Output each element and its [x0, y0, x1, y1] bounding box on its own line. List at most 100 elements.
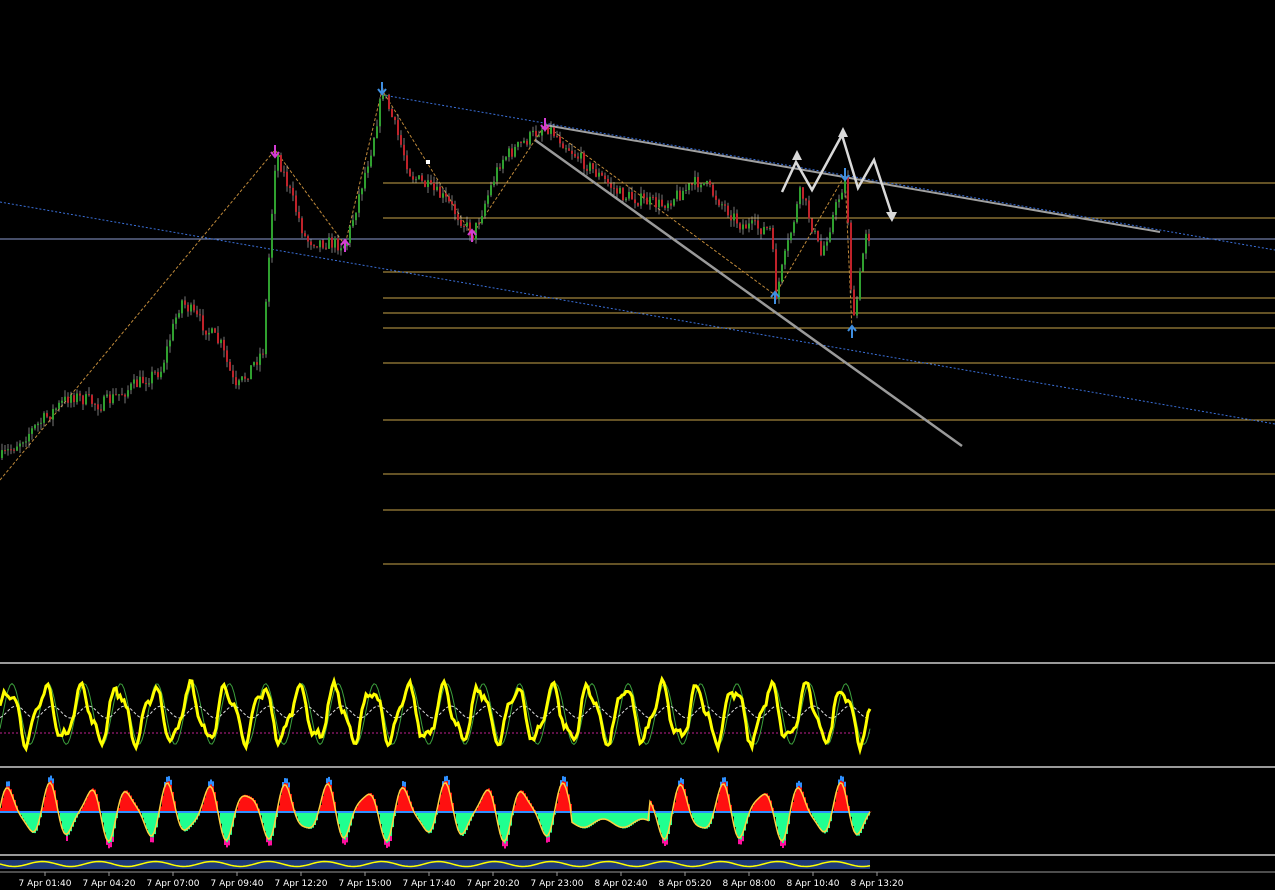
- hist-bar: [856, 812, 858, 836]
- candle: [850, 220, 852, 294]
- hist-bar: [762, 794, 764, 812]
- candle: [832, 211, 834, 235]
- hist-bar: [574, 812, 576, 825]
- time-tick-label: 8 Apr 13:20: [851, 879, 904, 889]
- candle: [622, 187, 624, 202]
- hist-bar: [614, 812, 616, 825]
- hist-bar: [426, 812, 428, 832]
- hist-bar: [368, 793, 370, 812]
- hist-bar: [244, 794, 246, 812]
- hist-bar: [700, 812, 702, 828]
- hist-bar: [816, 812, 818, 824]
- hist-bar: [720, 786, 722, 812]
- hist-bar: [818, 812, 820, 827]
- candle: [373, 137, 375, 157]
- hist-bar: [360, 800, 362, 812]
- hist-bar: [764, 793, 766, 812]
- hist-bar: [46, 788, 48, 812]
- hist-bar: [182, 812, 184, 830]
- hist-bar: [840, 780, 842, 812]
- hist-bar: [778, 812, 780, 836]
- hist-bar: [164, 786, 166, 812]
- candle: [409, 168, 411, 177]
- time-tick-label: 8 Apr 10:40: [787, 879, 840, 889]
- hist-bar: [246, 795, 248, 812]
- hist-bar: [580, 812, 582, 828]
- hist-bar: [64, 812, 66, 835]
- strip-panel: [0, 860, 871, 869]
- hist-bar: [326, 783, 328, 812]
- time-tick-label: 7 Apr 07:00: [147, 879, 200, 889]
- hist-bar: [86, 797, 88, 812]
- hist-bar: [386, 812, 388, 843]
- hist-bar: [124, 790, 126, 812]
- candle: [280, 152, 282, 173]
- hist-bar: [560, 785, 562, 812]
- hist-bar: [364, 796, 366, 812]
- hist-bar: [680, 782, 682, 812]
- hist-bar: [584, 812, 586, 829]
- hist-bar: [422, 812, 424, 826]
- time-tick-label: 7 Apr 17:40: [403, 879, 456, 889]
- hist-bar: [758, 797, 760, 812]
- candle: [250, 365, 252, 380]
- candle: [271, 209, 273, 263]
- hist-bar: [624, 812, 626, 829]
- candle: [424, 179, 426, 188]
- hist-bar: [702, 812, 704, 829]
- time-tick-label: 8 Apr 02:40: [595, 879, 648, 889]
- hist-bar: [342, 812, 344, 839]
- hist-bar: [308, 812, 310, 829]
- hist-bar: [88, 793, 90, 812]
- hist-bar: [150, 812, 152, 838]
- hist-bar: [428, 812, 430, 834]
- hist-bar: [502, 812, 504, 842]
- candle: [772, 225, 774, 253]
- hist-bar: [266, 812, 268, 838]
- hist-bar: [26, 812, 28, 825]
- hist-bar: [838, 784, 840, 812]
- hist-bar: [760, 795, 762, 812]
- hist-bar: [662, 812, 664, 839]
- hist-bar: [820, 812, 822, 830]
- candle: [817, 230, 819, 243]
- time-tick-label: 8 Apr 08:00: [723, 879, 776, 889]
- hist-bar: [30, 812, 32, 831]
- hist-bar: [722, 782, 724, 812]
- hist-bar: [608, 812, 610, 821]
- hist-bar: [854, 812, 856, 833]
- hist-bar: [206, 791, 208, 812]
- hist-bar: [696, 812, 698, 826]
- hist-bar: [460, 812, 462, 836]
- hist-bar: [546, 812, 548, 838]
- hist-bar: [660, 812, 662, 833]
- hist-bar: [306, 812, 308, 829]
- hist-bar: [756, 800, 758, 812]
- hist-bar: [284, 783, 286, 812]
- hist-bar: [146, 812, 148, 829]
- time-tick-label: 7 Apr 15:00: [339, 879, 392, 889]
- time-tick-label: 7 Apr 09:40: [211, 879, 264, 889]
- candle: [418, 175, 420, 180]
- candle: [781, 263, 783, 285]
- hist-bar: [242, 795, 244, 812]
- hist-bar: [106, 812, 108, 840]
- hist-bar: [618, 812, 620, 828]
- hist-bar: [738, 812, 740, 840]
- hist-bar: [678, 785, 680, 812]
- time-tick-label: 7 Apr 23:00: [531, 879, 584, 889]
- candle: [811, 218, 813, 234]
- hist-bar: [736, 812, 738, 835]
- hist-bar: [184, 812, 186, 832]
- hist-bar: [620, 812, 622, 828]
- hist-bar: [482, 796, 484, 812]
- hist-bar: [122, 793, 124, 812]
- hist-bar: [208, 786, 210, 812]
- candle: [268, 253, 270, 307]
- candle: [862, 252, 864, 272]
- hist-bar: [400, 788, 402, 812]
- time-tick-label: 8 Apr 05:20: [659, 879, 712, 889]
- candle: [712, 183, 714, 198]
- hist-bar: [366, 794, 368, 812]
- hist-bar: [324, 788, 326, 812]
